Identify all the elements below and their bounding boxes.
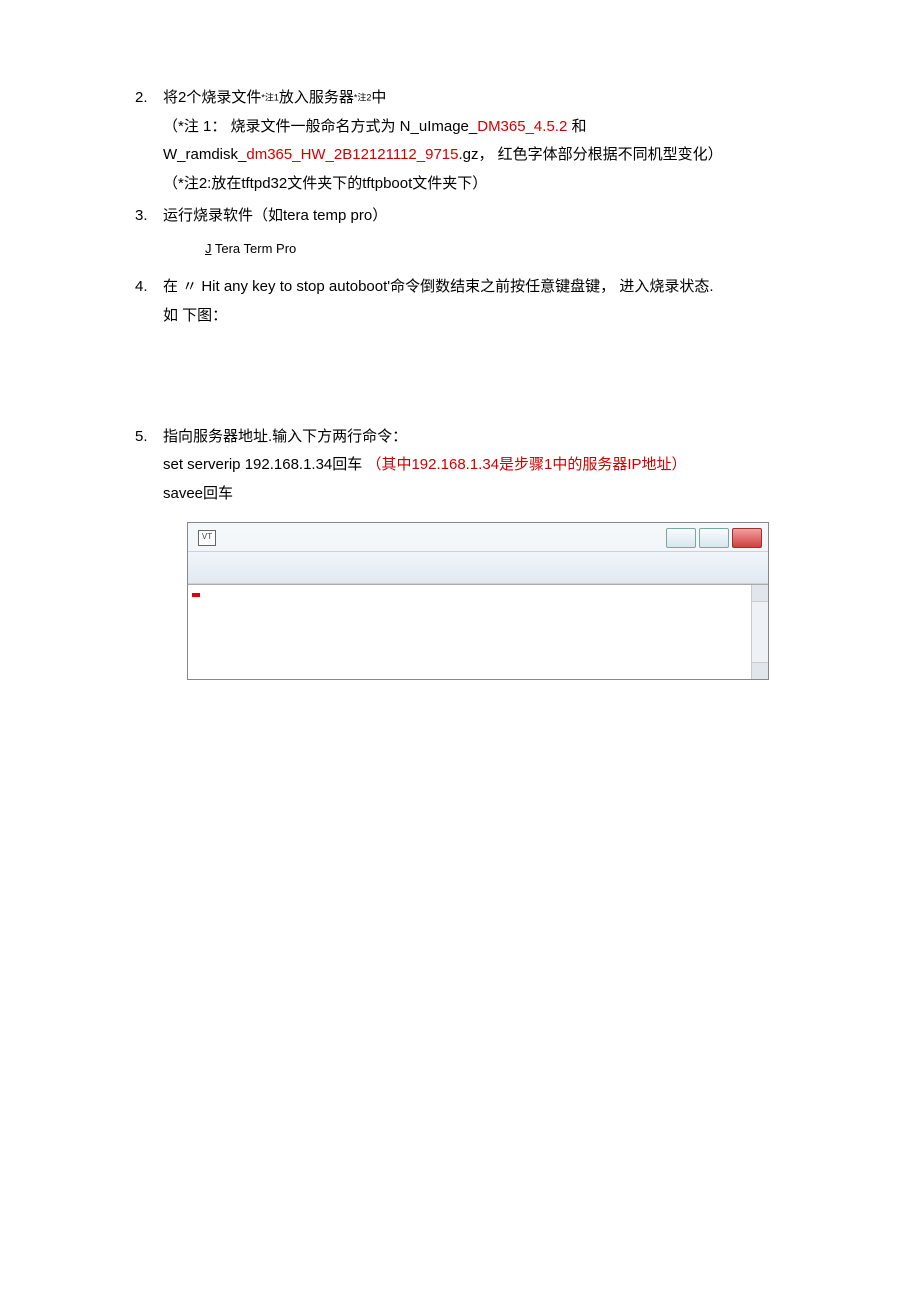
step-4: 4. 在 〃 Hit any key to stop autoboot'命令倒数… <box>135 273 785 330</box>
scroll-down-icon[interactable] <box>752 662 768 679</box>
text: 将2个烧录文件 <box>163 89 261 106</box>
terminal-output <box>135 377 785 395</box>
menu-bar <box>188 551 768 584</box>
text: 指向服务器地址.输入下方两行命令： <box>163 423 785 452</box>
minimize-button[interactable] <box>666 528 696 548</box>
terminal-body <box>188 584 768 679</box>
title-left: VT <box>198 530 222 546</box>
text: 放入服务器 <box>279 89 354 106</box>
terminal-screenshot-1 <box>135 344 785 405</box>
text: Tera Term Pro <box>212 241 297 256</box>
text: （*注 1： 烧录文件一般命名方式为 N_uImage_ <box>163 118 477 135</box>
step-body: 运行烧录软件（如tera temp pro） J Tera Term Pro <box>163 202 785 269</box>
command-line: savee回车 <box>163 480 785 509</box>
step-number: 2. <box>135 84 163 198</box>
note-line: （*注2:放在tftpd32文件夹下的tftpboot文件夹下） <box>163 170 785 199</box>
scrollbar[interactable] <box>751 585 768 679</box>
scroll-up-icon[interactable] <box>752 585 768 602</box>
text: 如 下图： <box>163 302 785 331</box>
text: 运行烧录软件（如tera temp pro） <box>163 202 785 231</box>
window-title <box>135 344 785 371</box>
text: .gz， 红色字体部分根据不同机型变化） <box>458 146 722 163</box>
terminal-screenshot-2: VT <box>187 522 769 680</box>
title-bar: VT <box>188 523 768 551</box>
command-line: set serverip 192.168.1.34回车 （其中192.168.1… <box>163 451 785 480</box>
maximize-button[interactable] <box>699 528 729 548</box>
note-line: （*注 1： 烧录文件一般命名方式为 N_uImage_DM365_4.5.2 … <box>163 113 785 170</box>
highlight-text: DM365_4.5.2 <box>477 118 567 135</box>
step-5: 5. 指向服务器地址.输入下方两行命令： set serverip 192.16… <box>135 423 785 680</box>
document-page: 2. 将2个烧录文件*注1放入服务器*注2中 （*注 1： 烧录文件一般命名方式… <box>0 0 920 740</box>
window-controls <box>666 528 762 548</box>
highlighted-commands <box>192 593 200 597</box>
close-button[interactable] <box>732 528 762 548</box>
step-body: 将2个烧录文件*注1放入服务器*注2中 （*注 1： 烧录文件一般命名方式为 N… <box>163 84 785 198</box>
step-3: 3. 运行烧录软件（如tera temp pro） J Tera Term Pr… <box>135 202 785 269</box>
step-body: 指向服务器地址.输入下方两行命令： set serverip 192.168.1… <box>163 423 785 680</box>
step-2: 2. 将2个烧录文件*注1放入服务器*注2中 （*注 1： 烧录文件一般命名方式… <box>135 84 785 198</box>
note-ref: *注2 <box>354 92 372 102</box>
highlight-text: dm365_HW_2B12121112_9715 <box>246 146 458 163</box>
program-reference: J Tera Term Pro <box>163 237 785 262</box>
step-number: 4. <box>135 273 163 330</box>
step-body: 在 〃 Hit any key to stop autoboot'命令倒数结束之… <box>163 273 785 330</box>
highlight-text: （其中192.168.1.34是步骤1中的服务器IP地址） <box>366 456 686 473</box>
app-icon: VT <box>198 530 216 546</box>
note-ref: *注1 <box>261 92 279 102</box>
text: 中 <box>371 89 386 106</box>
text: 在 〃 Hit any key to stop autoboot'命令倒数结束之… <box>163 273 785 302</box>
step-number: 3. <box>135 202 163 269</box>
text: set serverip 192.168.1.34回车 <box>163 456 362 473</box>
step-number: 5. <box>135 423 163 680</box>
